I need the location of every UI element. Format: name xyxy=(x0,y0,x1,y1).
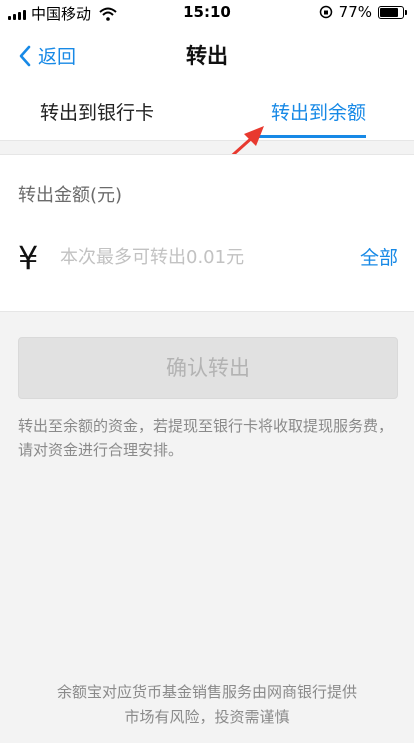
orientation-lock-icon xyxy=(319,5,332,19)
footer-line-2: 市场有风险，投资需谨慎 xyxy=(124,708,290,726)
tab-to-balance[interactable]: 转出到余额 xyxy=(271,98,366,125)
status-right: 77% xyxy=(319,3,407,21)
page-title: 转出 xyxy=(186,44,228,68)
footer-line-1: 余额宝对应货币基金销售服务由网商银行提供 xyxy=(56,683,357,701)
currency-symbol: ¥ xyxy=(18,239,39,277)
battery-percent: 77% xyxy=(338,3,372,21)
amount-label: 转出金额(元) xyxy=(18,185,123,206)
transfer-all-button[interactable]: 全部 xyxy=(360,243,398,270)
amount-card: 转出金额(元) ¥ 全部 xyxy=(0,154,414,312)
confirm-transfer-button[interactable]: 确认转出 xyxy=(18,337,398,399)
tab-bar: 转出到银行卡 转出到余额 xyxy=(0,84,414,141)
nav-bar: 返回 转出 xyxy=(0,24,414,84)
notice-text: 转出至余额的资金，若提现至银行卡将收取提现服务费，请对资金进行合理安排。 xyxy=(18,417,394,459)
battery-fill xyxy=(380,7,399,17)
battery-icon xyxy=(378,5,407,19)
status-bar: 中国移动 15:10 77% xyxy=(0,0,414,24)
amount-input[interactable] xyxy=(58,241,332,273)
footer-disclaimer: 余额宝对应货币基金销售服务由网商银行提供 市场有风险，投资需谨慎 xyxy=(0,680,414,730)
tab-to-bank-card[interactable]: 转出到银行卡 xyxy=(40,98,154,125)
